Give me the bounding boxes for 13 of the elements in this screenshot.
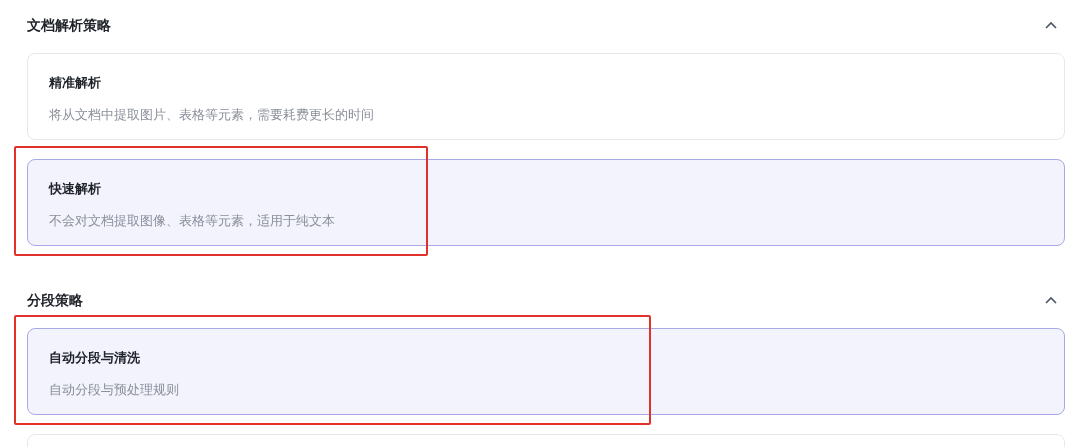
- option-title: 自动分段与清洗: [49, 349, 141, 367]
- option-card[interactable]: 自动分段与清洗 自动分段与预处理规则: [27, 328, 1065, 415]
- option-card[interactable]: 快速解析 不会对文档提取图像、表格等元素，适用于纯文本: [27, 159, 1065, 246]
- option-title: 精准解析: [49, 74, 102, 92]
- collapse-chevron-icon[interactable]: [1045, 21, 1057, 29]
- option-title: 快速解析: [49, 180, 102, 198]
- option-description: 自动分段与预处理规则: [49, 381, 180, 399]
- section-title: 文档解析策略: [27, 15, 111, 35]
- option-description: 将从文档中提取图片、表格等元素，需要耗费更长的时间: [49, 106, 375, 124]
- section-title: 分段策略: [27, 290, 83, 310]
- option-card[interactable]: 精准解析 将从文档中提取图片、表格等元素，需要耗费更长的时间: [27, 53, 1065, 140]
- collapse-chevron-icon[interactable]: [1045, 296, 1057, 304]
- option-description: 不会对文档提取图像、表格等元素，适用于纯文本: [49, 212, 336, 230]
